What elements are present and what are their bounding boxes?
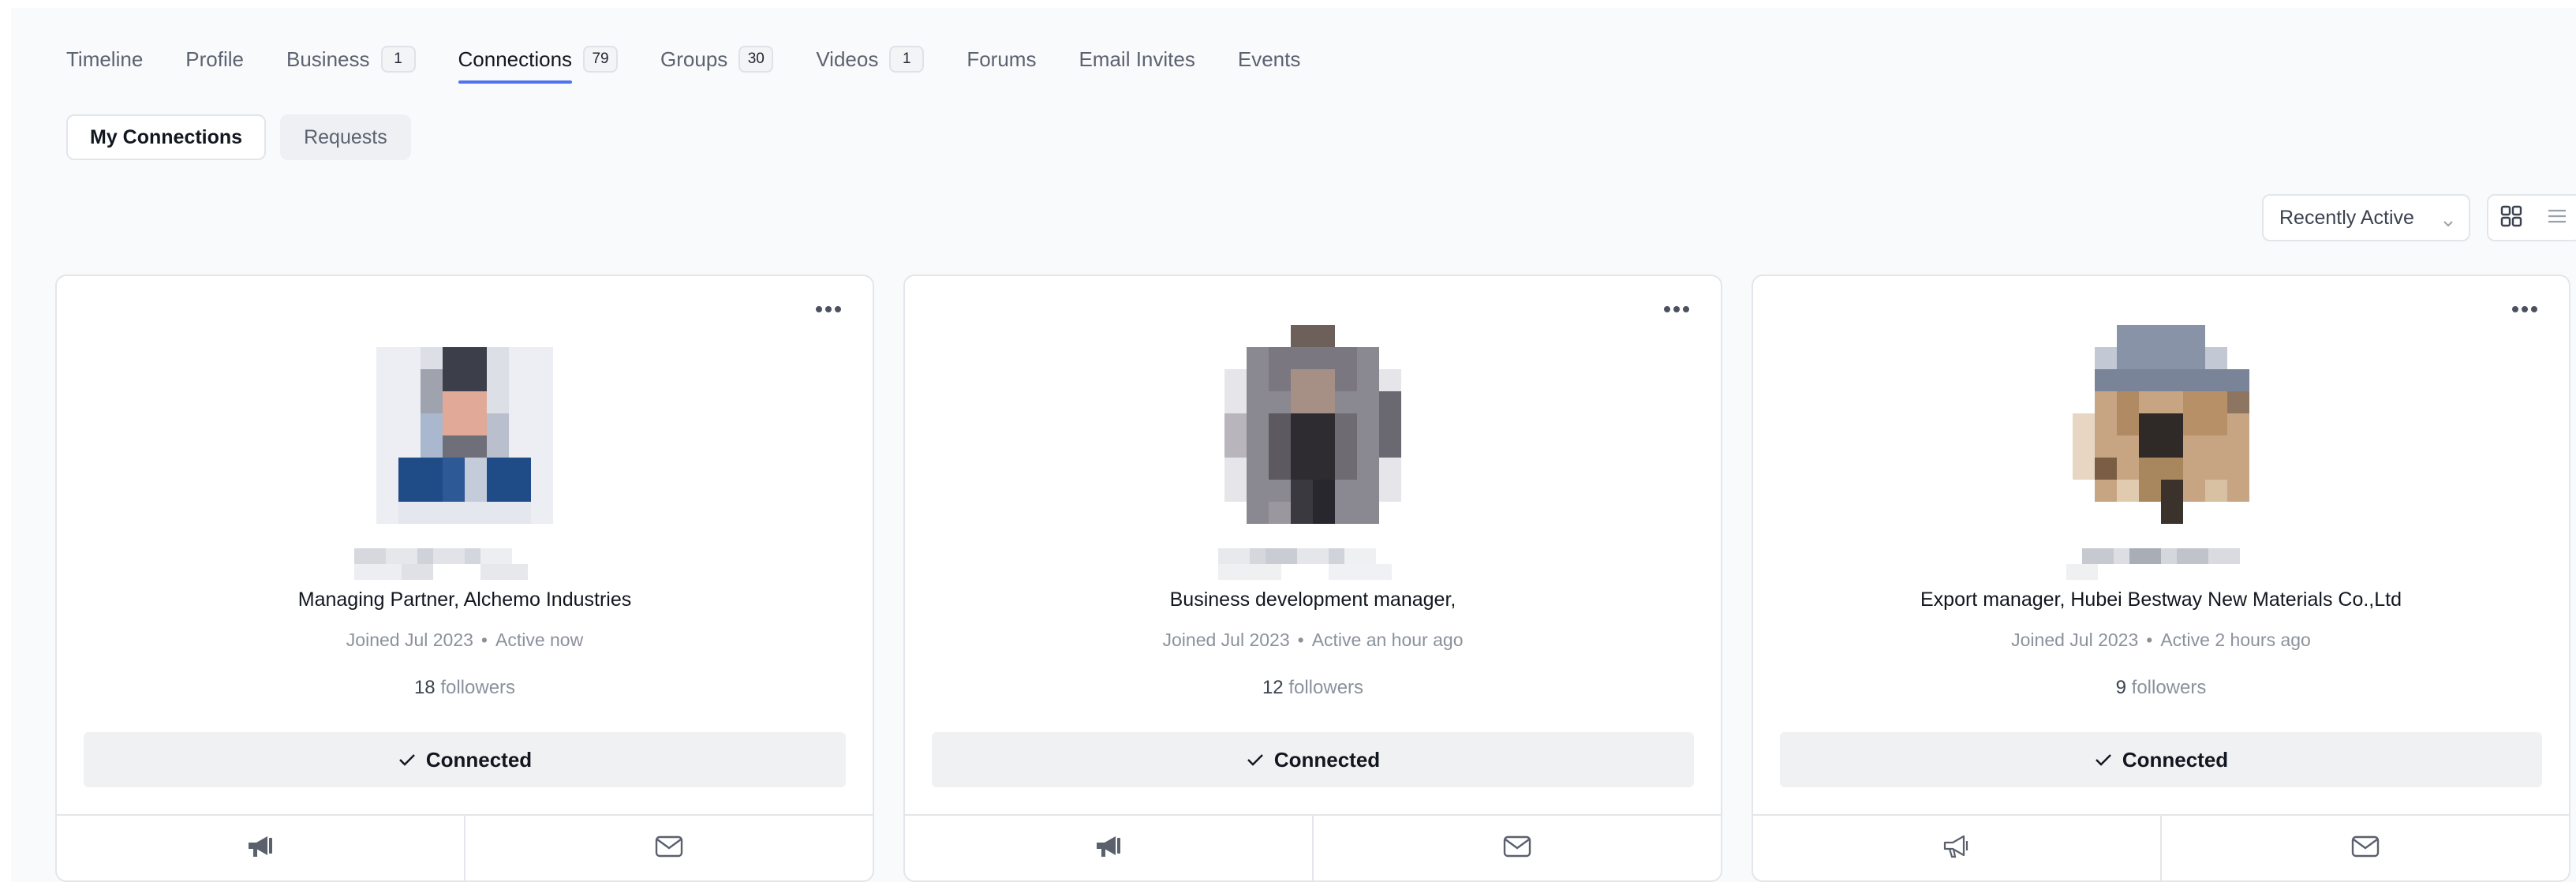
grid-icon xyxy=(2499,204,2523,232)
followers-count: 12 followers xyxy=(905,677,1721,699)
joined-date: Joined Jul 2023 xyxy=(1162,630,1290,650)
megaphone-filled-icon xyxy=(245,833,275,864)
member-name-redacted xyxy=(1202,546,1423,582)
followers-count: 18 followers xyxy=(57,677,873,699)
nav-label: Events xyxy=(1237,47,1301,71)
followers-number: 18 xyxy=(413,677,436,698)
member-meta: Joined Jul 2023 • Active 2 hours ago xyxy=(1753,630,2569,651)
connection-card: Managing Partner, Alchemo Industries Joi… xyxy=(55,275,874,882)
followers-label: followers xyxy=(2131,677,2207,698)
connected-label: Connected xyxy=(1273,747,1381,772)
nav-label: Business xyxy=(286,47,370,71)
member-name-redacted xyxy=(354,546,575,582)
nav-label: Connections xyxy=(458,47,573,71)
followers-count: 9 followers xyxy=(1753,677,2569,699)
check-icon xyxy=(1247,754,1263,766)
connected-button[interactable]: Connected xyxy=(1780,732,2542,787)
nav-item-connections[interactable]: Connections 79 xyxy=(458,39,619,84)
active-status: Active 2 hours ago xyxy=(2160,630,2311,650)
followers-number: 9 xyxy=(2115,677,2126,698)
tab-requests[interactable]: Requests xyxy=(280,114,411,160)
check-icon xyxy=(398,754,415,766)
follow-button[interactable] xyxy=(1753,816,2160,880)
grid-view-button[interactable] xyxy=(2488,196,2534,240)
separator-dot: • xyxy=(1297,630,1304,650)
followers-label: followers xyxy=(440,677,516,698)
more-options-icon[interactable] xyxy=(813,300,844,319)
nav-label: Groups xyxy=(660,47,728,71)
view-toggle xyxy=(2487,194,2576,241)
megaphone-outline-icon xyxy=(1942,833,1972,864)
count-badge: 1 xyxy=(889,46,925,73)
megaphone-filled-icon xyxy=(1094,833,1123,864)
nav-label: Profile xyxy=(185,47,244,71)
nav-item-business[interactable]: Business 1 xyxy=(286,39,416,79)
active-status: Active an hour ago xyxy=(1311,630,1464,650)
followers-label: followers xyxy=(1288,677,1364,698)
member-title: Export manager, Hubei Bestway New Materi… xyxy=(1920,589,2402,611)
follow-button[interactable] xyxy=(57,816,464,880)
count-badge: 79 xyxy=(583,46,619,73)
page: Timeline Profile Business 1 Connections 79… xyxy=(11,8,2576,882)
nav-label: Forums xyxy=(966,47,1037,71)
nav-item-profile[interactable]: Profile xyxy=(185,39,244,79)
card-actions xyxy=(1753,814,2569,880)
more-options-icon[interactable] xyxy=(1661,300,1692,319)
connected-button[interactable]: Connected xyxy=(932,732,1694,787)
member-title: Managing Partner, Alchemo Industries xyxy=(297,589,632,611)
message-button[interactable] xyxy=(2160,816,2569,880)
nav-item-email-invites[interactable]: Email Invites xyxy=(1079,39,1195,79)
profile-nav: Timeline Profile Business 1 Connections 79… xyxy=(66,39,1343,95)
connections-subtabs: My Connections Requests xyxy=(66,114,425,160)
separator-dot: • xyxy=(480,630,488,650)
nav-item-groups[interactable]: Groups 30 xyxy=(660,39,774,79)
envelope-icon xyxy=(654,835,684,862)
check-icon xyxy=(2095,754,2111,766)
nav-item-events[interactable]: Events xyxy=(1238,39,1301,79)
connection-card: Export manager, Hubei Bestway New Materi… xyxy=(1752,275,2570,882)
connection-card: Business development manager, Joined Jul… xyxy=(903,275,1722,882)
connected-button[interactable]: Connected xyxy=(84,732,846,787)
member-meta: Joined Jul 2023 • Active now xyxy=(57,630,873,651)
nav-item-timeline[interactable]: Timeline xyxy=(66,39,143,79)
nav-item-videos[interactable]: Videos 1 xyxy=(816,39,925,79)
nav-label: Videos xyxy=(816,47,879,71)
card-actions xyxy=(57,814,873,880)
tab-my-connections[interactable]: My Connections xyxy=(66,114,267,160)
sort-selected-value: Recently Active xyxy=(2279,206,2414,229)
message-button[interactable] xyxy=(1312,816,1721,880)
count-badge: 30 xyxy=(738,46,774,73)
active-status: Active now xyxy=(495,630,584,650)
list-icon xyxy=(2546,207,2568,230)
list-view-button[interactable] xyxy=(2534,196,2576,240)
connected-label: Connected xyxy=(2122,747,2229,772)
followers-number: 12 xyxy=(1262,677,1284,698)
avatar[interactable] xyxy=(354,325,575,546)
follow-button[interactable] xyxy=(905,816,1312,880)
avatar[interactable] xyxy=(1202,325,1423,546)
member-meta: Joined Jul 2023 • Active an hour ago xyxy=(905,630,1721,651)
member-name-redacted xyxy=(2051,546,2271,582)
sort-select[interactable]: Recently Active xyxy=(2262,194,2470,241)
nav-label: Email Invites xyxy=(1079,47,1195,71)
nav-label: Timeline xyxy=(66,47,144,71)
nav-item-forums[interactable]: Forums xyxy=(966,39,1036,79)
more-options-icon[interactable] xyxy=(2509,300,2540,319)
avatar[interactable] xyxy=(2051,325,2271,546)
card-actions xyxy=(905,814,1721,880)
chevron-down-icon xyxy=(2442,211,2454,234)
connected-label: Connected xyxy=(425,747,533,772)
joined-date: Joined Jul 2023 xyxy=(2011,630,2139,650)
separator-dot: • xyxy=(2146,630,2153,650)
member-title: Business development manager, xyxy=(1169,589,1456,611)
joined-date: Joined Jul 2023 xyxy=(346,630,473,650)
envelope-icon xyxy=(1502,835,1532,862)
count-badge: 1 xyxy=(380,46,416,73)
message-button[interactable] xyxy=(464,816,873,880)
envelope-icon xyxy=(2350,835,2380,862)
